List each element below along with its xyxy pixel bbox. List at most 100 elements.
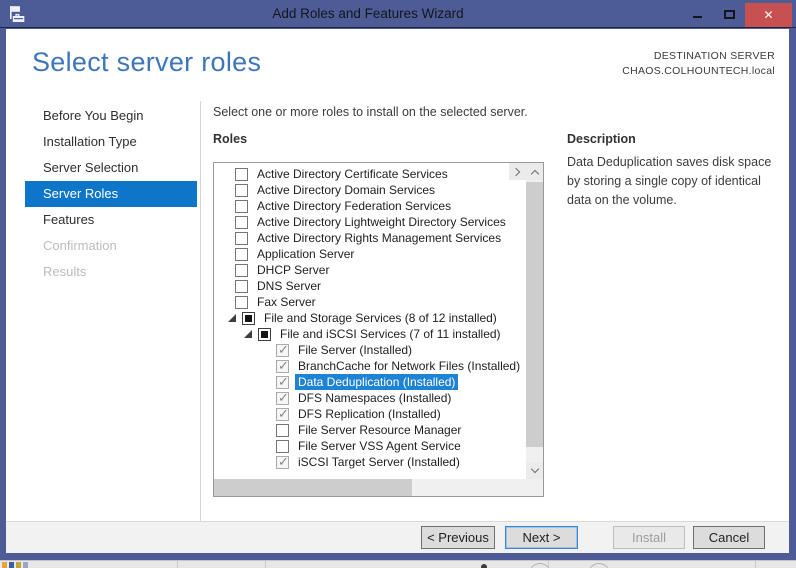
vertical-scrollbar[interactable] (526, 163, 543, 479)
role-row-group[interactable]: File and iSCSI Services (7 of 11 install… (214, 326, 526, 342)
window-controls: ✕ (681, 0, 792, 28)
background-divider (177, 561, 178, 568)
minimize-button[interactable] (681, 0, 713, 26)
chevron-right-icon (511, 167, 520, 176)
roles-list: Active Directory Certificate Services Ac… (213, 162, 544, 497)
expanded-triangle-icon[interactable] (244, 330, 252, 338)
checkbox-unchecked-icon[interactable] (235, 215, 248, 229)
checkbox-unchecked-icon[interactable] (235, 167, 248, 181)
checkbox-unchecked-icon[interactable] (235, 183, 248, 197)
role-row[interactable]: Active Directory Rights Management Servi… (214, 230, 526, 246)
role-row[interactable]: Active Directory Lightweight Directory S… (214, 214, 526, 230)
next-button[interactable]: Next > (505, 526, 578, 549)
nav-features[interactable]: Features (6, 207, 200, 233)
close-button[interactable]: ✕ (745, 3, 792, 27)
horizontal-scrollbar[interactable] (214, 479, 526, 496)
checkbox-partial-icon[interactable] (258, 327, 271, 341)
roles-rows: Active Directory Certificate Services Ac… (214, 163, 526, 479)
role-row[interactable]: File Server Resource Manager (214, 422, 526, 438)
previous-button[interactable]: < Previous (421, 526, 495, 549)
checkbox-unchecked-icon[interactable] (235, 231, 248, 245)
role-label: Data Deduplication (Installed) (295, 374, 459, 390)
role-row[interactable]: DNS Server (214, 278, 526, 294)
expanded-triangle-icon[interactable] (228, 314, 236, 322)
nav-separator (200, 101, 201, 521)
roles-label: Roles (213, 132, 248, 146)
background-dot (481, 564, 487, 568)
role-label: iSCSI Target Server (Installed) (298, 455, 460, 469)
role-label: Fax Server (257, 295, 316, 309)
wizard-footer: < Previous Next > Install Cancel (6, 521, 789, 553)
role-row[interactable]: File Server (Installed) (214, 342, 526, 358)
cancel-button[interactable]: Cancel (693, 526, 765, 549)
instruction-text: Select one or more roles to install on t… (213, 105, 528, 119)
role-row[interactable]: Active Directory Certificate Services (214, 166, 526, 182)
role-row[interactable]: Fax Server (214, 294, 526, 310)
role-label: DFS Replication (Installed) (298, 407, 441, 421)
scroll-right-button[interactable] (509, 163, 526, 180)
role-row[interactable]: Active Directory Domain Services (214, 182, 526, 198)
window-title: Add Roles and Features Wizard (272, 6, 464, 21)
destination-server: DESTINATION SERVER CHAOS.COLHOUNTECH.loc… (622, 49, 775, 79)
role-label: Active Directory Federation Services (257, 199, 452, 213)
role-label: BranchCache for Network Files (Installed… (298, 359, 521, 373)
titlebar[interactable]: Add Roles and Features Wizard ✕ (0, 0, 796, 28)
role-row-group[interactable]: File and Storage Services (8 of 12 insta… (214, 310, 526, 326)
role-label: Application Server (257, 247, 355, 261)
checkbox-checked-icon[interactable] (276, 342, 289, 358)
role-row[interactable]: DFS Replication (Installed) (214, 406, 526, 422)
role-row[interactable]: Active Directory Federation Services (214, 198, 526, 214)
chevron-down-icon (530, 464, 539, 473)
nav-server-selection[interactable]: Server Selection (6, 155, 200, 181)
role-row[interactable]: BranchCache for Network Files (Installed… (214, 358, 526, 374)
background-divider (265, 561, 266, 568)
role-row[interactable]: Application Server (214, 246, 526, 262)
role-label: DHCP Server (257, 263, 330, 277)
wizard-window: Add Roles and Features Wizard ✕ Select s… (0, 0, 796, 560)
checkbox-unchecked-icon[interactable] (235, 263, 248, 277)
role-row[interactable]: File Server VSS Agent Service (214, 438, 526, 454)
role-label: Active Directory Certificate Services (257, 167, 448, 181)
checkbox-unchecked-icon[interactable] (276, 439, 289, 453)
background-circle (588, 563, 610, 568)
checkbox-unchecked-icon[interactable] (235, 247, 248, 261)
scrollbar-corner (526, 479, 543, 496)
role-label: File and iSCSI Services (7 of 11 install… (280, 327, 501, 341)
wizard-nav: Before You Begin Installation Type Serve… (6, 103, 200, 285)
checkbox-checked-icon[interactable] (276, 454, 289, 470)
horizontal-scroll-thumb[interactable] (214, 479, 412, 496)
vertical-scroll-thumb[interactable] (526, 182, 543, 447)
nav-installation-type[interactable]: Installation Type (6, 129, 200, 155)
role-row-selected[interactable]: Data Deduplication (Installed) (214, 374, 526, 390)
nav-server-roles[interactable]: Server Roles (25, 181, 197, 207)
close-icon: ✕ (763, 8, 774, 22)
role-label: Active Directory Rights Management Servi… (257, 231, 502, 245)
checkbox-unchecked-icon[interactable] (235, 295, 248, 309)
role-row[interactable]: iSCSI Target Server (Installed) (214, 454, 526, 470)
role-label: File Server Resource Manager (298, 423, 462, 437)
nav-before-you-begin[interactable]: Before You Begin (6, 103, 200, 129)
checkbox-unchecked-icon[interactable] (235, 199, 248, 213)
checkbox-unchecked-icon[interactable] (235, 279, 248, 293)
checkbox-checked-icon[interactable] (276, 390, 289, 406)
checkbox-unchecked-icon[interactable] (276, 423, 289, 437)
role-label: File Server (Installed) (298, 343, 413, 357)
wizard-content: Select server roles DESTINATION SERVER C… (6, 29, 789, 553)
checkbox-partial-icon[interactable] (242, 311, 255, 325)
checkbox-checked-icon[interactable] (276, 406, 289, 422)
maximize-button[interactable] (713, 0, 745, 26)
scroll-down-button[interactable] (526, 462, 543, 479)
role-row[interactable]: DFS Namespaces (Installed) (214, 390, 526, 406)
minimize-icon (692, 15, 702, 18)
nav-results: Results (43, 264, 87, 279)
checkbox-checked-icon[interactable] (276, 374, 289, 390)
chevron-up-icon (530, 169, 539, 178)
maximize-icon (723, 9, 735, 19)
checkbox-checked-icon[interactable] (276, 358, 289, 374)
role-label: File Server VSS Agent Service (298, 439, 461, 453)
page-title: Select server roles (32, 47, 262, 77)
scroll-up-button[interactable] (526, 163, 543, 180)
roles-wizard-icon (10, 6, 25, 22)
description-text: Data Deduplication saves disk space by s… (567, 155, 772, 207)
role-row[interactable]: DHCP Server (214, 262, 526, 278)
